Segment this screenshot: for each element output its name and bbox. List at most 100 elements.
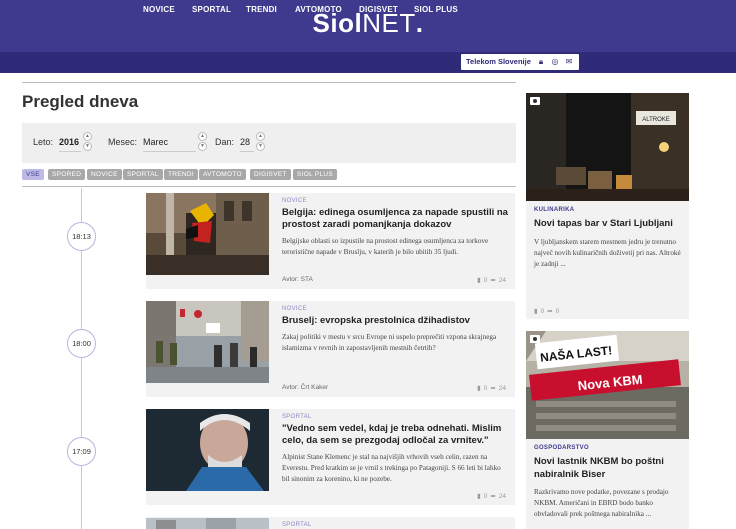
share-icon[interactable]: ➦ — [490, 277, 495, 284]
sidebar-card[interactable]: NAŠA LAST! Nova KBM GOSPODARSTVO Novi la… — [526, 331, 689, 529]
month-field[interactable]: Marec — [143, 137, 168, 147]
chevron-up-icon[interactable]: ▲ — [83, 132, 92, 141]
day-field[interactable]: 28 — [240, 137, 250, 147]
share-count: 24 — [498, 385, 506, 392]
article-stats: ▮ 0 ➦ 24 — [477, 384, 509, 392]
sidebar-excerpt: Razkrivamo nove podatke, povezane s prod… — [534, 488, 669, 518]
time-marker: 18:00 — [67, 329, 96, 358]
year-stepper[interactable]: ▲ ▼ — [83, 132, 92, 152]
top-divider — [22, 82, 516, 83]
article-stats: ▮ 0 ➦ 24 — [477, 492, 509, 500]
telekom-slovenije-box[interactable]: Telekom Slovenije 🔒︎ ◎ ✉ — [461, 54, 579, 70]
time-marker: 18:13 — [67, 222, 96, 251]
chip-sportal[interactable]: SPORTAL — [123, 169, 163, 180]
article-excerpt: Alpinist Stane Klemenc je stal na najviš… — [282, 453, 501, 483]
camera-icon — [530, 335, 540, 343]
article-image — [146, 301, 269, 383]
chip-digisvet[interactable]: DIGISVET — [250, 169, 291, 180]
year-underline — [59, 151, 81, 152]
chevron-down-icon[interactable]: ▼ — [256, 142, 265, 151]
sidebar-thumbnail[interactable]: NAŠA LAST! Nova KBM — [526, 331, 689, 439]
article-stats: ▮ 0 ➦ 24 — [477, 276, 509, 284]
chevron-up-icon[interactable]: ▲ — [198, 132, 207, 141]
comment-icon: ▮ — [477, 277, 481, 284]
share-icon[interactable]: ➦ — [547, 308, 552, 315]
day-stepper[interactable]: ▲ ▼ — [256, 132, 265, 152]
day-underline — [240, 151, 254, 152]
comment-count: 0 — [540, 308, 545, 315]
share-icon[interactable]: ➦ — [490, 493, 495, 500]
chevron-down-icon[interactable]: ▼ — [198, 142, 207, 151]
day-label: Dan: — [215, 137, 235, 147]
sidebar-image: NAŠA LAST! Nova KBM — [526, 331, 689, 439]
month-stepper[interactable]: ▲ ▼ — [198, 132, 207, 152]
lock-icon[interactable]: 🔒︎ — [536, 56, 546, 67]
altroke-sign-text: ALTROKE — [642, 117, 670, 123]
comment-count: 0 — [483, 493, 488, 500]
article-title[interactable]: Bruselj: evropska prestolnica džihadisto… — [282, 315, 510, 327]
chevron-up-icon[interactable]: ▲ — [256, 132, 265, 141]
month-label: Mesec: — [108, 137, 138, 147]
article-image — [146, 409, 269, 491]
article-title[interactable]: Belgija: edinega osumljenca za napade sp… — [282, 207, 510, 231]
nav-item-sportal[interactable]: SPORTAL — [192, 5, 231, 14]
article-author: Avtor: Črt Kaker — [282, 384, 329, 391]
article-image — [146, 193, 269, 275]
article-category[interactable]: SPORTAL — [282, 414, 312, 420]
main-navbar — [0, 52, 736, 73]
sidebar-category[interactable]: GOSPODARSTVO — [534, 445, 589, 451]
article-card[interactable]: NOVICE Belgija: edinega osumljenca za na… — [146, 193, 515, 289]
article-card[interactable]: SPORTAL "Vedno sem vedel, kdaj je treba … — [146, 409, 515, 505]
time-marker: 17:09 — [67, 437, 96, 466]
comment-count: 0 — [483, 385, 488, 392]
sidebar-card[interactable]: ALTROKE KULINARIKA Novi tapas bar v Star… — [526, 93, 689, 319]
article-excerpt: Zakaj politiki v mestu v srcu Evrope ni … — [282, 333, 497, 352]
chip-trendi[interactable]: TRENDI — [164, 169, 198, 180]
sidebar-title[interactable]: Novi lastnik NKBM bo poštni nabiralnik B… — [534, 455, 684, 481]
nav-item-siol-plus[interactable]: SIOL PLUS — [414, 5, 458, 14]
article-category[interactable]: NOVICE — [282, 198, 307, 204]
comment-icon: ▮ — [534, 308, 538, 315]
user-icon[interactable]: ◎ — [550, 56, 560, 67]
article-image — [146, 518, 269, 529]
article-thumbnail[interactable] — [146, 193, 269, 275]
nav-item-avtomoto[interactable]: AVTOMOTO — [295, 5, 342, 14]
camera-icon — [530, 97, 540, 105]
chips-divider — [22, 186, 516, 187]
chip-avtomoto[interactable]: AVTOMOTO — [199, 169, 246, 180]
article-category[interactable]: NOVICE — [282, 306, 307, 312]
sidebar-title[interactable]: Novi tapas bar v Stari Ljubljani — [534, 217, 684, 230]
nav-item-novice[interactable]: NOVICE — [143, 5, 175, 14]
page-title: Pregled dneva — [22, 92, 139, 111]
share-count: 24 — [498, 277, 506, 284]
article-thumbnail[interactable] — [146, 409, 269, 491]
sidebar-thumbnail[interactable]: ALTROKE — [526, 93, 689, 201]
telekom-slovenije-label: Telekom Slovenije — [466, 57, 531, 66]
article-thumbnail[interactable] — [146, 301, 269, 383]
sidebar-excerpt: V ljubljanskem starem mestnem jedru je t… — [534, 238, 681, 268]
article-title[interactable]: "Vedno sem vedel, kdaj je treba odnehati… — [282, 423, 510, 447]
nav-item-trendi[interactable]: TRENDI — [246, 5, 277, 14]
chevron-down-icon[interactable]: ▼ — [83, 142, 92, 151]
article-category[interactable]: SPORTAL — [282, 522, 312, 528]
comment-icon: ▮ — [477, 385, 481, 392]
article-excerpt: Belgijske oblasti so izpustile na prosto… — [282, 237, 489, 256]
chip-vse[interactable]: VSE — [22, 169, 44, 180]
article-thumbnail[interactable] — [146, 517, 269, 529]
sidebar-category[interactable]: KULINARIKA — [534, 207, 574, 213]
mail-icon[interactable]: ✉ — [564, 56, 574, 67]
article-card[interactable]: SPORTAL — [146, 517, 515, 529]
sidebar-image: ALTROKE — [526, 93, 689, 201]
comment-icon: ▮ — [477, 493, 481, 500]
share-icon[interactable]: ➦ — [490, 385, 495, 392]
article-card[interactable]: NOVICE Bruselj: evropska prestolnica dži… — [146, 301, 515, 397]
chip-spored[interactable]: SPORED — [48, 169, 86, 180]
date-filter: Leto: 2016 ▲ ▼ Mesec: Marec ▲ ▼ Dan: 28 ▲ ▼ — [22, 123, 516, 163]
year-label: Leto: — [33, 137, 54, 147]
chip-siol-plus[interactable]: SIOL PLUS — [293, 169, 338, 180]
chip-novice[interactable]: NOVICE — [87, 169, 122, 180]
nav-item-digisvet[interactable]: DIGISVET — [359, 5, 398, 14]
share-count: 24 — [498, 493, 506, 500]
year-field[interactable]: 2016 — [59, 137, 79, 147]
sidebar-stats: ▮ 0 ➦ 0 — [534, 307, 562, 315]
